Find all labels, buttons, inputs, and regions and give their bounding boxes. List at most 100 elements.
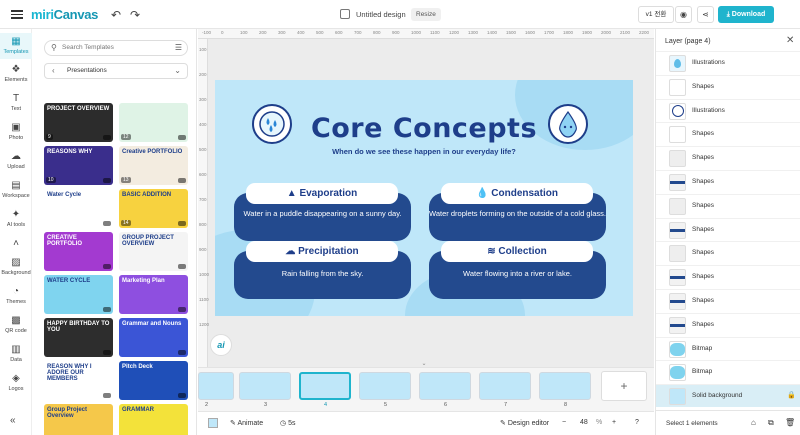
layer-label: Shapes bbox=[692, 249, 715, 257]
zoom-in-icon[interactable]: + bbox=[612, 419, 616, 426]
layer-item[interactable]: Shapes bbox=[656, 312, 800, 336]
template-thumbnail[interactable]: 12 bbox=[119, 103, 188, 142]
template-thumbnail[interactable]: CREATIVE PORTFOLIO bbox=[44, 232, 113, 271]
layer-item[interactable]: Shapes bbox=[656, 265, 800, 288]
template-title: BASIC ADDITION bbox=[122, 192, 172, 198]
layer-item[interactable]: Shapes bbox=[656, 122, 800, 145]
help-icon[interactable]: ? bbox=[635, 419, 639, 426]
layer-item[interactable]: Shapes bbox=[656, 289, 800, 312]
crown-icon bbox=[103, 178, 111, 183]
animate-button[interactable]: ✎ Animate bbox=[230, 419, 263, 427]
template-thumbnail[interactable]: GROUP PROJECT OVERVIEW bbox=[119, 232, 188, 271]
zoom-value[interactable]: 48 bbox=[580, 419, 588, 426]
rail-elements[interactable]: ❖ Elements bbox=[0, 64, 32, 83]
layer-item[interactable]: Solid background 🔒 bbox=[656, 384, 800, 408]
rail-data[interactable]: ▥ Data bbox=[0, 344, 32, 363]
template-title: GROUP PROJECT OVERVIEW bbox=[122, 235, 174, 247]
rail-background[interactable]: ▨ Background bbox=[0, 257, 32, 276]
template-thumbnail[interactable]: Pitch Deck bbox=[119, 361, 188, 400]
page-thumb-8[interactable] bbox=[539, 372, 591, 400]
chevron-down-icon[interactable]: ⌄ bbox=[418, 360, 430, 367]
rail-themes[interactable]: ◔ Themes bbox=[0, 286, 32, 305]
page-thumb-2[interactable] bbox=[198, 372, 234, 400]
menu-icon[interactable] bbox=[11, 8, 23, 20]
app-logo[interactable]: miriCanvas bbox=[31, 7, 98, 22]
page-thumb-5[interactable] bbox=[359, 372, 411, 400]
template-thumbnail[interactable]: Grammar and Nouns bbox=[119, 318, 188, 357]
layer-thumbnail bbox=[669, 269, 686, 287]
card-precipitation[interactable]: ☁ Precipitation Rain falling from the sk… bbox=[234, 241, 411, 299]
card-condensation[interactable]: 💧 Condensation Water droplets forming on… bbox=[429, 183, 606, 241]
slide-title[interactable]: Core Concepts bbox=[215, 113, 633, 144]
template-thumbnail[interactable]: REASON WHY I ADORE OUR MEMBERS bbox=[44, 361, 113, 400]
layer-item[interactable]: Shapes bbox=[656, 241, 800, 264]
lock-icon[interactable]: 🔒 bbox=[787, 391, 796, 399]
layer-item[interactable]: Shapes bbox=[656, 217, 800, 241]
layer-item[interactable]: Shapes bbox=[656, 170, 800, 193]
duration-button[interactable]: ◷ 5s bbox=[280, 419, 295, 427]
rail-photo[interactable]: ▣ Photo bbox=[0, 122, 32, 141]
ai-assistant-button[interactable]: ai bbox=[210, 334, 232, 356]
layer-item[interactable]: Bitmap bbox=[656, 360, 800, 383]
category-select[interactable]: ‹ Presentations ⌄ bbox=[44, 63, 188, 79]
template-thumbnail[interactable]: Water Cycle bbox=[44, 189, 113, 228]
layer-item[interactable]: Bitmap bbox=[656, 336, 800, 360]
share-icon[interactable]: ⋖ bbox=[697, 6, 714, 23]
layer-thumbnail bbox=[669, 150, 686, 168]
copy-icon[interactable]: ⧉ bbox=[768, 418, 774, 428]
resize-button[interactable]: Resize bbox=[411, 8, 441, 21]
add-page-button[interactable]: + bbox=[601, 371, 647, 401]
rail-ai-tools[interactable]: ✦ AI tools bbox=[0, 209, 32, 228]
version-button[interactable]: v1 전환 bbox=[638, 6, 674, 23]
rail-upload[interactable]: ☁ Upload bbox=[0, 151, 32, 170]
template-thumbnail[interactable]: WATER CYCLE bbox=[44, 275, 113, 314]
collapse-panel-icon[interactable]: « bbox=[10, 415, 16, 426]
template-thumbnail[interactable]: PROJECT OVERVIEW 9 bbox=[44, 103, 113, 142]
rail-logos[interactable]: ◈ Logos bbox=[0, 373, 32, 392]
template-thumbnail[interactable]: Creative PORTFOLIO 13 bbox=[119, 146, 188, 185]
rail-collapse[interactable]: ˄ bbox=[0, 238, 32, 251]
layer-item[interactable]: Illustrations bbox=[656, 51, 800, 74]
zoom-out-icon[interactable]: − bbox=[562, 419, 566, 426]
download-button[interactable]: ⤓ Download bbox=[718, 6, 774, 23]
undo-icon[interactable]: ↶ bbox=[111, 8, 121, 22]
filter-icon[interactable]: ☰ bbox=[175, 41, 182, 55]
page-thumb-4[interactable] bbox=[299, 372, 351, 400]
select-elements-label[interactable]: Select 1 elements bbox=[666, 420, 718, 427]
rail-workspace[interactable]: ▤ Workspace bbox=[0, 180, 32, 199]
slide-subtitle[interactable]: When do we see these happen in our every… bbox=[215, 147, 633, 156]
slide[interactable]: Core Concepts When do we see these happe… bbox=[215, 80, 633, 316]
card-evaporation[interactable]: ▲ Evaporation Water in a puddle disappea… bbox=[234, 183, 411, 241]
template-thumbnail[interactable]: Marketing Plan bbox=[119, 275, 188, 314]
template-thumbnail[interactable]: HAPPY BIRTHDAY TO YOU bbox=[44, 318, 113, 357]
page-thumb-6[interactable] bbox=[419, 372, 471, 400]
design-editor-button[interactable]: ✎ Design editor bbox=[500, 419, 549, 427]
chevron-left-icon[interactable]: ‹ bbox=[52, 64, 55, 78]
page-thumb-7[interactable] bbox=[479, 372, 531, 400]
rail-text[interactable]: T Text bbox=[0, 93, 32, 112]
layer-item[interactable]: Illustrations bbox=[656, 98, 800, 122]
lock-icon[interactable]: ⌂ bbox=[751, 418, 756, 427]
document-title[interactable]: Untitled design bbox=[356, 10, 406, 19]
redo-icon[interactable]: ↷ bbox=[130, 8, 140, 22]
camera-icon[interactable]: ◉ bbox=[675, 6, 692, 23]
search-input[interactable]: ⚲ Search Templates ☰ bbox=[44, 40, 188, 56]
background-color-swatch[interactable] bbox=[208, 418, 218, 428]
layer-item[interactable]: Shapes bbox=[656, 74, 800, 98]
close-icon[interactable]: ✕ bbox=[786, 35, 794, 46]
layer-item[interactable]: Shapes bbox=[656, 146, 800, 169]
page-thumb-3[interactable] bbox=[239, 372, 291, 400]
template-thumbnail[interactable]: GRAMMAR bbox=[119, 404, 188, 435]
template-thumbnail[interactable]: Group Project Overview bbox=[44, 404, 113, 435]
card-collection[interactable]: ≋ Collection Water flowing into a river … bbox=[429, 241, 606, 299]
rail-templates[interactable]: ▦ Templates bbox=[0, 33, 32, 59]
layer-item[interactable]: Shapes bbox=[656, 193, 800, 217]
rail-qr-code[interactable]: ▩ QR code bbox=[0, 315, 32, 334]
card-body: Water droplets forming on the outside of… bbox=[429, 209, 606, 218]
ruler-tick: 800 bbox=[199, 222, 207, 227]
delete-icon[interactable]: 🗑 bbox=[785, 418, 795, 427]
template-thumbnail[interactable]: BASIC ADDITION 14 bbox=[119, 189, 188, 228]
template-thumbnail[interactable]: REASONS WHY 10 bbox=[44, 146, 113, 185]
page-number: 2 bbox=[205, 402, 209, 408]
template-title: WATER CYCLE bbox=[47, 278, 91, 284]
